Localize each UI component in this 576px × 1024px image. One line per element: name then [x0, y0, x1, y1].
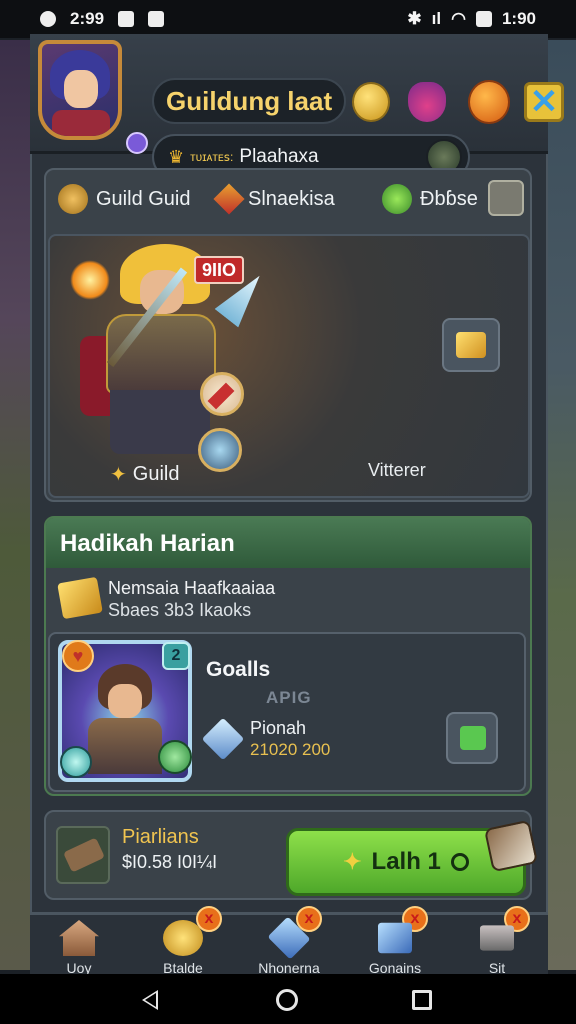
signal-icon: ıl — [431, 9, 442, 28]
hero-label-text: Guild — [132, 463, 180, 485]
equipment-slot-shield[interactable] — [198, 428, 242, 472]
nav-badge: x — [196, 906, 222, 932]
ring-icon — [450, 853, 469, 871]
material-icon — [56, 826, 110, 884]
home-icon — [59, 920, 99, 956]
battery-icon — [475, 11, 492, 27]
hero-level-tag: 9IIO — [194, 256, 244, 284]
spark-icon: ✦ — [343, 849, 362, 874]
bluetooth-icon: ✱ — [407, 9, 422, 28]
treasure-chest-button[interactable] — [442, 318, 500, 372]
daily-header: Hadikah Harian — [46, 518, 530, 568]
app-icon — [118, 11, 135, 27]
hero-label: ✦ Guild — [110, 462, 179, 487]
home-circle-icon[interactable] — [276, 989, 298, 1011]
crown-icon: ♛ — [168, 146, 185, 167]
daily-header-text: Hadikah Harian — [60, 530, 235, 557]
card-subtitle: Pionah — [250, 718, 307, 738]
close-icon: ✕ — [529, 83, 559, 121]
tabs-row: Guild Guid Slnaekisa Ɖbɓse — [58, 176, 528, 222]
gem-icon — [60, 746, 92, 778]
heart-icon: ♥ — [62, 640, 94, 672]
avatar-body — [52, 110, 110, 136]
daily-quest[interactable]: Nemsaia Haafkaaiaa Sbaes 3b3 Ikaoks — [57, 576, 520, 626]
status-time-right: 1:90 — [501, 9, 536, 28]
quest-subtitle: Sbaes 3b3 Ikaoks — [108, 600, 252, 620]
image-icon — [148, 11, 165, 27]
notification-icon — [40, 11, 56, 27]
avatar-level-badge — [126, 132, 148, 154]
nav-shop[interactable]: x Sit — [452, 906, 542, 976]
recent-apps-icon[interactable] — [412, 990, 432, 1010]
page-title-text: Guildung laat — [166, 85, 333, 116]
medal-icon — [58, 184, 88, 214]
portrait-face — [108, 684, 142, 718]
status-bar: 2:99 ✱ ıl ◠ 1:90 — [0, 0, 576, 38]
chest-decoration-icon — [483, 819, 539, 873]
card-title: Goalls — [206, 658, 271, 681]
tab-label: Ɖbɓse — [420, 187, 478, 210]
leaf-icon — [382, 184, 412, 214]
status-time-left: 2:99 — [70, 9, 105, 28]
card-watermark: APIG — [266, 688, 312, 707]
tab-guild-guide[interactable]: Guild Guid — [58, 184, 191, 214]
wifi-icon: ◠ — [451, 9, 466, 28]
back-icon[interactable] — [142, 990, 158, 1010]
nav-guild[interactable]: x Gonains — [350, 906, 440, 976]
shop-icon — [480, 925, 514, 951]
tab-third[interactable]: Ɖbɓse — [382, 184, 478, 214]
nav-home[interactable]: Uoy — [34, 914, 124, 976]
tab-label: Slnaekisa — [248, 187, 335, 210]
claim-button-label: Lalh 1 — [371, 848, 441, 875]
potion-icon[interactable] — [408, 82, 446, 122]
header: Guildung laat ✕ ♛ ᴛᴜɪᴀᴛᴇꜱ: Plaahaxa — [30, 34, 564, 180]
claim-title: Piarlians — [122, 826, 199, 848]
quest-title: Nemsaia Haafkaaiaa — [108, 578, 276, 598]
nav-battle[interactable]: x Btalde — [138, 906, 228, 976]
hero-legs — [110, 390, 210, 454]
gold-cube-icon — [57, 576, 103, 620]
orb-icon[interactable] — [468, 80, 510, 124]
page-title: Guildung laat — [152, 78, 346, 124]
rank-badge: 2 — [162, 642, 190, 670]
gold-coin-icon[interactable] — [352, 82, 390, 122]
portrait-body — [88, 718, 162, 774]
player-avatar[interactable] — [38, 40, 122, 140]
tab-second[interactable]: Slnaekisa — [213, 183, 335, 215]
card-action-button[interactable] — [446, 712, 498, 764]
card-value: 21020 200 — [250, 740, 331, 759]
claim-value: $I0.58 I0I¼I — [122, 852, 218, 872]
close-button[interactable]: ✕ — [524, 82, 564, 122]
tab-extra-button[interactable] — [488, 180, 524, 216]
star-icon: ✦ — [110, 464, 127, 486]
sword-icon — [213, 183, 245, 215]
emerald-icon — [158, 740, 192, 774]
avatar-face — [64, 70, 98, 108]
victory-label: Vitterer — [368, 460, 426, 480]
guild-rank-label: ᴛᴜɪᴀᴛᴇꜱ: — [190, 150, 234, 164]
tab-label: Guild Guid — [96, 187, 191, 210]
nav-heroes[interactable]: x Nhonerna — [244, 906, 334, 976]
equipment-slot-sword[interactable] — [200, 372, 244, 416]
guild-name: Plaahaxa — [239, 146, 319, 167]
hero-glow — [70, 260, 110, 300]
cube-icon — [378, 922, 412, 954]
